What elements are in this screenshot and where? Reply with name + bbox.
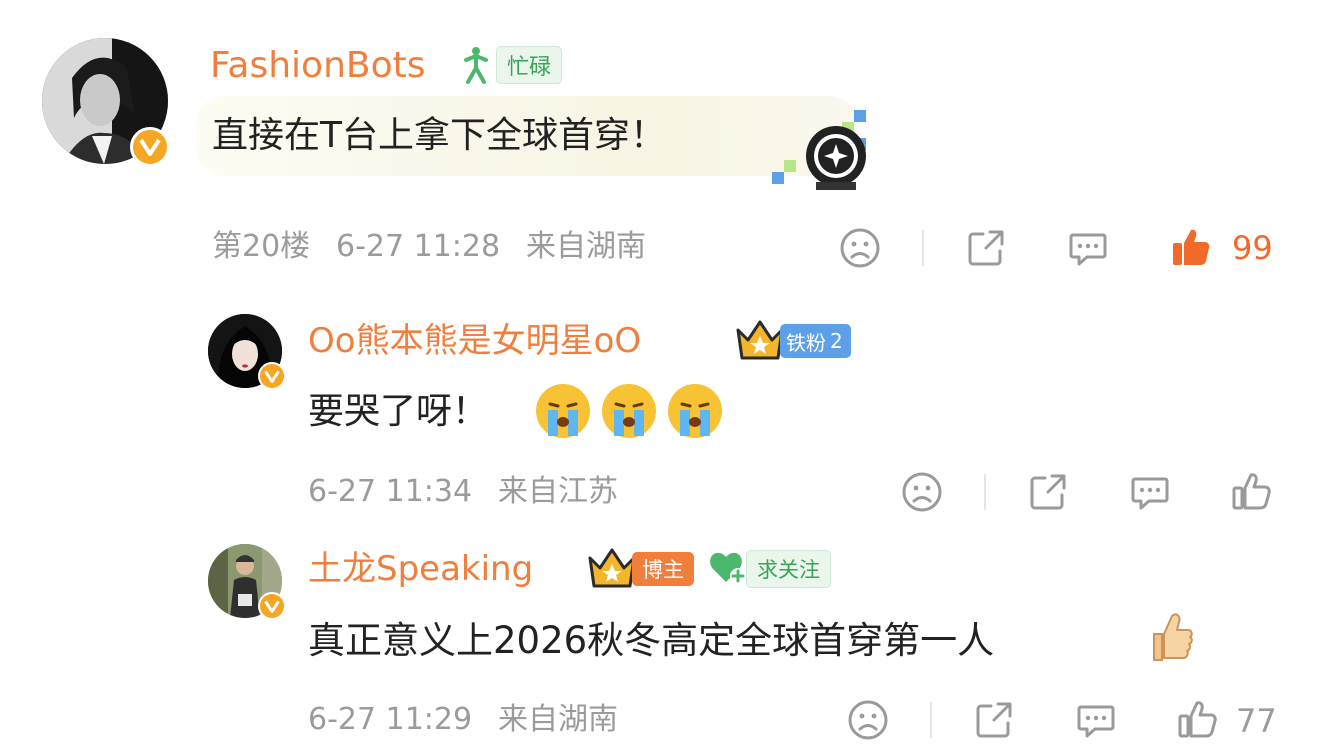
runner-icon [462, 46, 490, 88]
verified-icon [258, 592, 286, 620]
username[interactable]: FashionBots [210, 48, 425, 84]
location: 来自江苏 [498, 474, 618, 509]
comment-icon [1077, 705, 1115, 738]
crying-face-emoji-3 [666, 382, 724, 444]
heart-plus-icon[interactable] [708, 550, 748, 590]
like-count: 99 [1232, 229, 1273, 267]
follow-badge[interactable]: 求关注 [746, 550, 831, 588]
fan-badge: 铁粉 2 [780, 324, 851, 358]
timestamp: 6-27 11:28 [336, 229, 501, 264]
crying-face-emoji-2 [600, 382, 658, 444]
share-button[interactable] [1026, 470, 1070, 514]
comment-button[interactable] [1074, 698, 1118, 742]
crown-icon [586, 546, 638, 594]
dislike-button[interactable] [838, 226, 882, 270]
comment-text: 要哭了呀！ [308, 391, 489, 432]
status-badge: 忙碌 [496, 46, 563, 84]
floor-number: 第20楼 [212, 229, 311, 264]
timestamp: 6-27 11:29 [308, 702, 473, 737]
dislike-button[interactable] [846, 698, 890, 742]
like-button[interactable] [1174, 696, 1220, 742]
divider [930, 702, 932, 738]
blogger-badge: 博主 [632, 552, 694, 586]
dislike-button[interactable] [900, 470, 944, 514]
comment-icon [1069, 233, 1107, 266]
share-icon [968, 230, 1004, 266]
username[interactable]: 土龙Speaking [308, 552, 533, 586]
dislike-icon [840, 228, 880, 268]
like-button[interactable] [1168, 224, 1214, 270]
timestamp: 6-27 11:34 [308, 474, 473, 509]
share-icon [976, 702, 1012, 738]
comment-text: 真正意义上2026秋冬高定全球首穿第一人 [308, 619, 995, 662]
comment-text: 直接在T台上拿下全球首穿！ [212, 115, 666, 156]
divider [984, 474, 986, 510]
like-icon [1173, 229, 1210, 265]
verified-icon [130, 127, 170, 167]
astronaut-sticker [772, 108, 872, 196]
share-button[interactable] [964, 226, 1008, 270]
share-button[interactable] [972, 698, 1016, 742]
comment-icon [1131, 477, 1169, 510]
username[interactable]: Oo熊本熊是女明星oO [308, 324, 641, 358]
location: 来自湖南 [526, 229, 646, 264]
crying-face-emoji-1 [534, 382, 592, 444]
location: 来自湖南 [498, 702, 618, 737]
like-icon [1178, 701, 1217, 738]
fan-level: 2 [830, 329, 843, 353]
divider [922, 230, 924, 266]
comment-button[interactable] [1128, 470, 1172, 514]
verified-icon [258, 362, 286, 390]
crown-icon [734, 318, 786, 366]
like-button[interactable] [1228, 468, 1274, 514]
like-icon [1232, 473, 1271, 510]
dislike-icon [902, 472, 942, 512]
thumbs-up-emoji [1146, 608, 1194, 668]
share-icon [1030, 474, 1066, 510]
dislike-icon [848, 700, 888, 740]
fan-label: 铁粉 [786, 330, 826, 355]
like-count: 77 [1236, 702, 1277, 740]
comment-button[interactable] [1066, 226, 1110, 270]
